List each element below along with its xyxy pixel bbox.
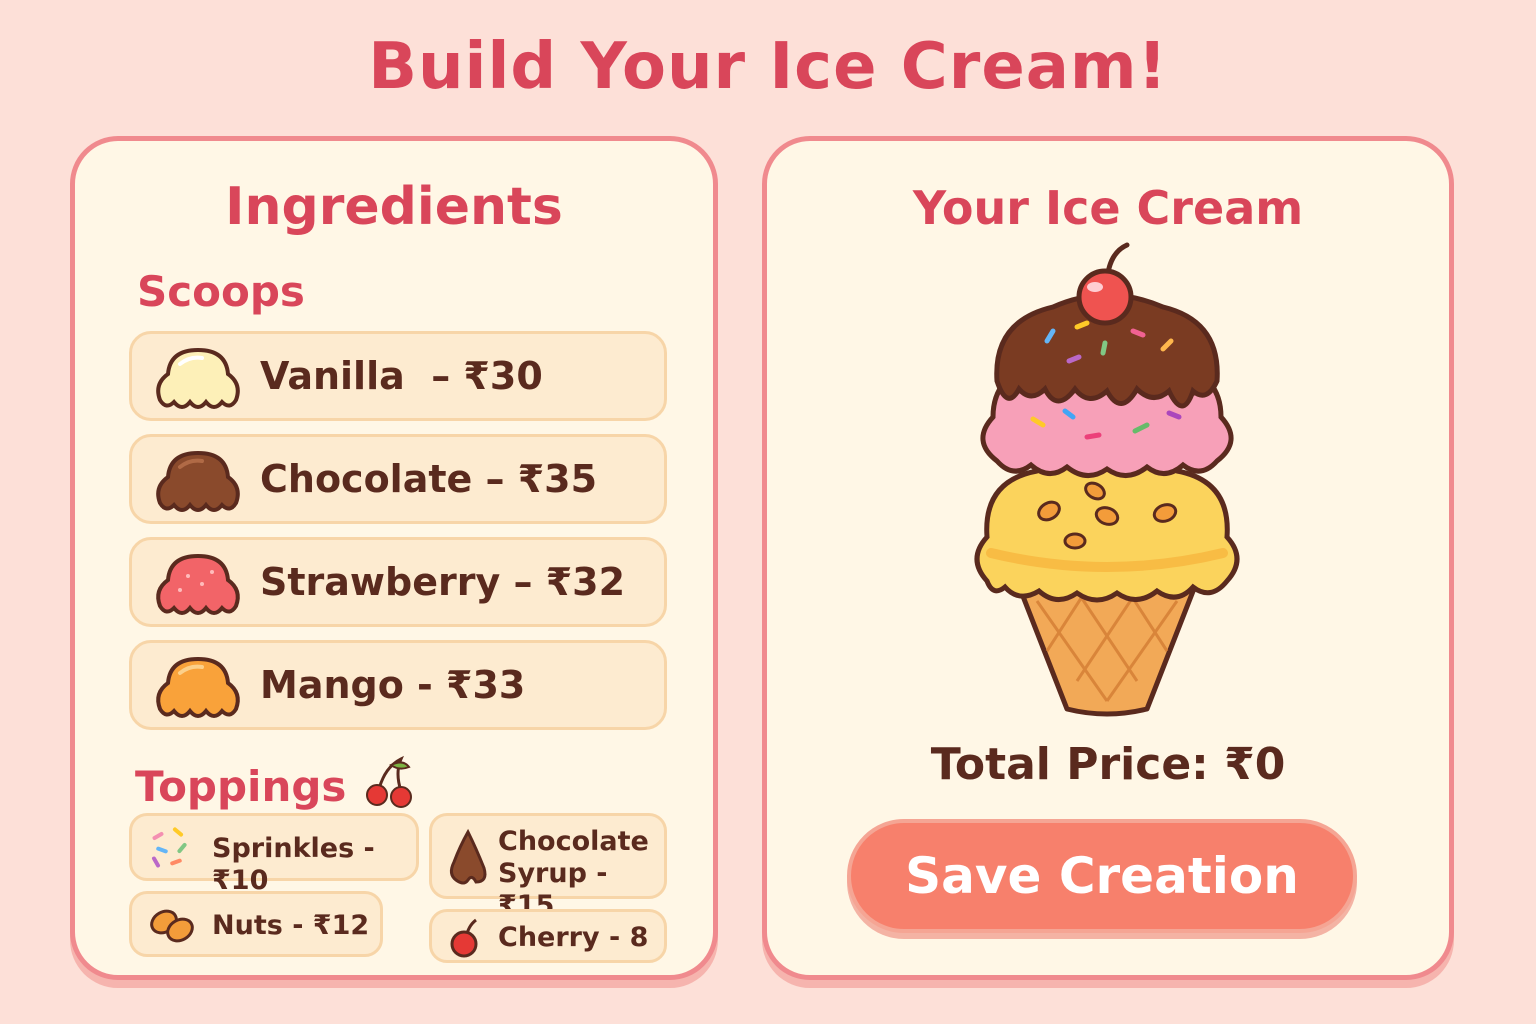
scoop-option-vanilla[interactable]: Vanilla – ₹30 [129,331,667,421]
scoop-label-vanilla: Vanilla – ₹30 [260,354,543,398]
topping-label-chocolate-syrup-line1: Chocolate [498,826,649,857]
page-title: Build Your Ice Cream! [368,30,1168,104]
chocolate-scoop-icon [156,450,240,512]
ingredients-title: Ingredients [225,177,563,237]
ice-cream-preview [957,241,1257,721]
scoop-label-mango: Mango - ₹33 [260,663,526,707]
scoop-label-chocolate: Chocolate – ₹35 [260,457,598,501]
preview-panel: Your Ice Cream Total Price: ₹0 Save Crea… [762,136,1454,980]
topping-label-cherry: Cherry - 8 [498,922,649,953]
topping-option-cherry[interactable]: Cherry - 8 [429,909,667,963]
cherry-icon [450,918,478,958]
topping-label-nuts: Nuts - ₹12 [212,910,370,941]
topping-label-sprinkles: Sprinkles - ₹10 [212,833,375,896]
toppings-heading-text: Toppings [135,762,347,811]
nuts-icon [150,909,194,943]
preview-title: Your Ice Cream [912,181,1304,235]
scoop-option-chocolate[interactable]: Chocolate – ₹35 [129,434,667,524]
topping-label-chocolate-syrup: Chocolate Syrup - ₹15 [498,826,664,922]
topping-option-sprinkles[interactable]: Sprinkles - ₹10 [129,813,419,896]
total-price: Total Price: ₹0 [930,739,1286,790]
toppings-heading: Toppings [135,753,417,811]
topping-option-nuts[interactable]: Nuts - ₹12 [129,891,383,957]
cherries-icon [366,755,413,808]
chocolate-syrup-icon [449,828,487,885]
vanilla-scoop-icon [156,347,240,409]
scoop-option-mango[interactable]: Mango - ₹33 [129,640,667,730]
mango-scoop-icon [156,656,240,718]
ingredients-panel: Ingredients Scoops Vanilla – ₹30 Chocola… [70,136,718,980]
scoop-option-strawberry[interactable]: Strawberry – ₹32 [129,537,667,627]
topping-option-chocolate-syrup[interactable]: Chocolate Syrup - ₹15 [429,813,667,921]
save-creation-button[interactable]: Save Creation [847,819,1357,933]
ice-cream-illustration [974,242,1240,717]
scoops-heading: Scoops [137,267,305,316]
sprinkles-icon [152,827,187,868]
strawberry-scoop-icon [156,553,240,615]
scoop-label-strawberry: Strawberry – ₹32 [260,560,626,604]
